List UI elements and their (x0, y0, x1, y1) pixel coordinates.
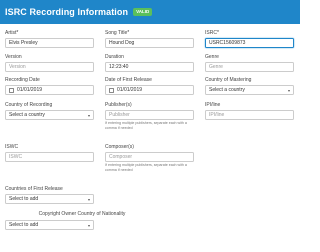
recording-date-input[interactable]: 01/01/2019 (5, 85, 94, 95)
iswc-input[interactable]: ISWC (5, 152, 94, 162)
ipi-field: IPI/line IPI/line (205, 102, 294, 120)
chevron-down-icon (88, 114, 90, 117)
publishers-input[interactable]: Publisher (105, 110, 194, 120)
ipi-input[interactable]: IPI/line (205, 110, 294, 120)
country-recording-label: Country of Recording (5, 102, 53, 108)
countries-first-release-value: Select to add (9, 196, 39, 202)
duration-label: Duration (105, 54, 124, 60)
country-mastering-select[interactable]: Select a country (205, 85, 294, 95)
recording-date-field: Recording Date 01/01/2019 (5, 77, 94, 95)
countries-first-release-select[interactable]: Select to add (5, 194, 94, 204)
first-release-date-value: 01/01/2019 (117, 87, 143, 93)
copyright-owner-country-label: Copyright Owner Country of Nationality (38, 211, 126, 217)
composers-input[interactable]: Composer (105, 152, 194, 162)
artist-label: Artist (5, 30, 17, 36)
status-badge: VALID (133, 8, 153, 16)
artist-field: Artist* Elvis Presley (5, 30, 94, 48)
page-title: ISRC Recording Information (5, 7, 129, 17)
chevron-down-icon (88, 224, 90, 227)
genre-field: Genre Genre (205, 54, 294, 72)
genre-label: Genre (205, 54, 219, 60)
duration-input[interactable]: 12:23:40 (105, 62, 194, 72)
publishers-field: Publisher(s) Publisher If entering multi… (105, 102, 194, 130)
iswc-field: ISWC ISWC (5, 144, 94, 162)
publishers-help-text: If entering multiple publishers, separat… (105, 121, 187, 130)
copyright-owner-country-field: Copyright Owner Country of Nationality S… (5, 211, 125, 230)
song-title-input[interactable]: Hound Dog (105, 38, 194, 48)
composers-label: Composer(s) (105, 144, 134, 150)
first-release-date-label: Date of First Release (105, 77, 152, 83)
iswc-label: ISWC (5, 144, 19, 150)
chevron-down-icon (88, 198, 90, 201)
country-recording-select[interactable]: Select a country (5, 110, 94, 120)
publishers-label: Publisher(s) (105, 102, 132, 108)
country-mastering-value: Select a country (209, 87, 245, 93)
version-label: Version (5, 54, 22, 60)
recording-date-value: 01/01/2019 (17, 87, 43, 93)
countries-first-release-label: Countries of First Release (5, 186, 63, 192)
isrc-field: ISRC* USRC15609873 (205, 30, 294, 48)
isrc-label: ISRC (205, 30, 217, 36)
copyright-owner-country-value: Select to add (9, 222, 39, 228)
copyright-owner-country-select[interactable]: Select to add (5, 220, 94, 230)
country-recording-value: Select a country (9, 112, 45, 118)
duration-field: Duration 12:23:40 (105, 54, 194, 72)
required-marker: * (127, 30, 130, 36)
composers-field: Composer(s) Composer If entering multipl… (105, 144, 194, 172)
country-recording-field: Country of Recording Select a country (5, 102, 94, 120)
song-title-field: Song Title* Hound Dog (105, 30, 194, 48)
calendar-icon (9, 88, 14, 93)
first-release-date-field: Date of First Release 01/01/2019 (105, 77, 194, 95)
composers-help-text: If entering multiple publishers, separat… (105, 163, 187, 172)
ipi-label: IPI/line (205, 102, 221, 108)
required-marker: * (216, 30, 219, 36)
form-header: ISRC Recording Information VALID (0, 0, 300, 24)
artist-input[interactable]: Elvis Presley (5, 38, 94, 48)
country-mastering-field: Country of Mastering Select a country (205, 77, 294, 95)
required-marker: * (16, 30, 19, 36)
recording-form: Artist* Elvis Presley Song Title* Hound … (0, 24, 300, 252)
version-field: Version Version (5, 54, 94, 72)
song-title-label: Song Title (105, 30, 128, 36)
calendar-icon (109, 88, 114, 93)
country-mastering-label: Country of Mastering (205, 77, 252, 83)
first-release-date-input[interactable]: 01/01/2019 (105, 85, 194, 95)
version-input[interactable]: Version (5, 62, 94, 72)
genre-input[interactable]: Genre (205, 62, 294, 72)
countries-first-release-field: Countries of First Release Select to add (5, 186, 94, 204)
chevron-down-icon (288, 89, 290, 92)
isrc-input[interactable]: USRC15609873 (205, 38, 294, 48)
recording-date-label: Recording Date (5, 77, 40, 83)
